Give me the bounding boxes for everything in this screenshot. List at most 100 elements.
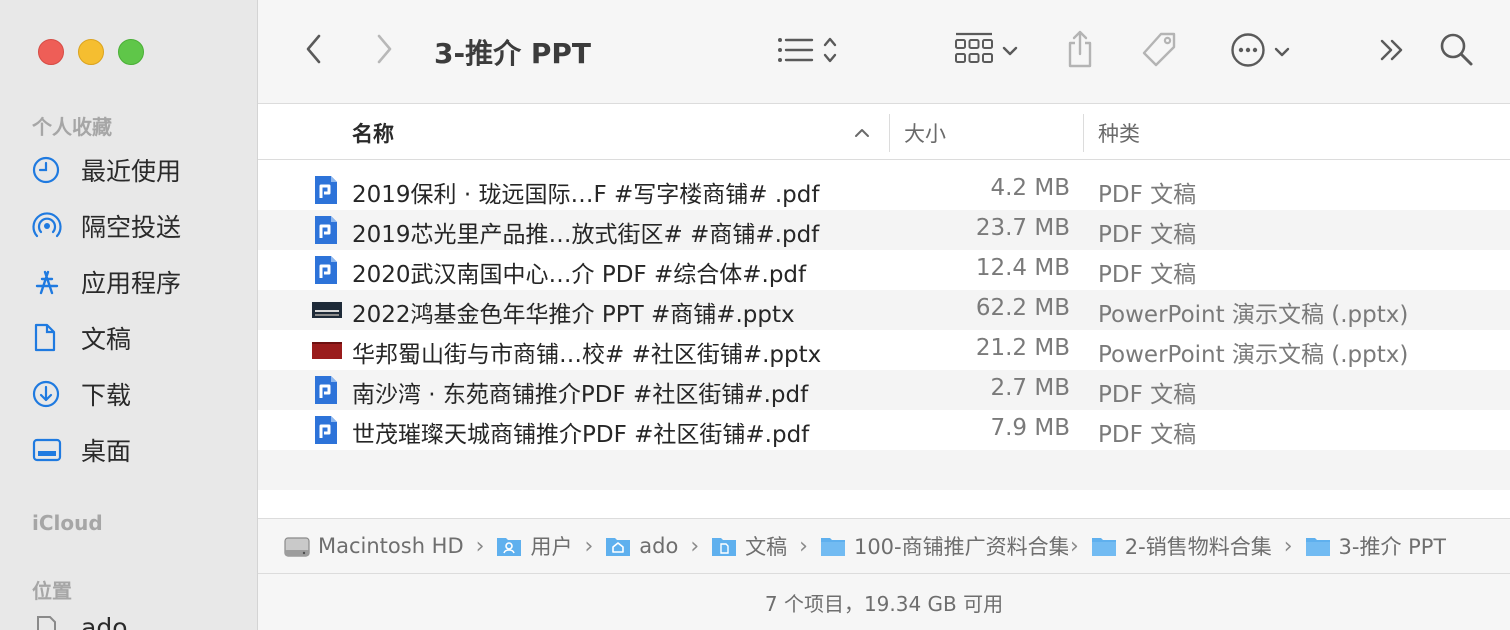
file-name: 2019芯光里产品推…放式街区# #商铺#.pdf <box>352 222 820 248</box>
path-item-label: Macintosh HD <box>318 534 464 558</box>
file-row[interactable]: 2019芯光里产品推…放式街区# #商铺#.pdf 23.7 MB PDF 文稿 <box>258 210 1510 250</box>
sidebar-item-recents[interactable]: 最近使用 <box>32 148 242 192</box>
path-item-documents[interactable]: 文稿 › <box>711 531 820 561</box>
path-item-label: ado <box>639 534 679 558</box>
share-icon <box>1064 29 1096 73</box>
file-name: 世茂璀璨天城商铺推介PDF #社区街铺#.pdf <box>352 422 810 448</box>
chevron-right-icon: › <box>690 533 700 559</box>
path-item-users[interactable]: 用户 › <box>496 531 605 561</box>
users-folder-icon <box>496 535 522 557</box>
file-row[interactable]: 南沙湾 · 东苑商铺推介PDF #社区街铺#.pdf 2.7 MB PDF 文稿 <box>258 370 1510 410</box>
file-row[interactable]: 世茂璀璨天城商铺推介PDF #社区街铺#.pdf 7.9 MB PDF 文稿 <box>258 410 1510 450</box>
sidebar-item-label: 文稿 <box>81 325 132 354</box>
column-divider[interactable] <box>1083 114 1084 152</box>
chevron-right-icon: › <box>584 533 594 559</box>
action-menu-button[interactable] <box>1224 32 1296 72</box>
double-chevron-right-icon <box>1377 37 1407 67</box>
column-name-header[interactable]: 名称 <box>352 118 394 148</box>
sidebar-item-label: 桌面 <box>81 437 132 466</box>
home-folder-icon <box>605 535 631 557</box>
sidebar: 个人收藏 最近使用 隔空投送 应用程序 文稿 下载 桌面 iCloud 位置 a… <box>0 0 258 630</box>
column-kind-header[interactable]: 种类 <box>1098 118 1140 148</box>
file-size: 23.7 MB <box>975 215 1070 241</box>
path-item-label: 文稿 <box>745 535 788 559</box>
file-name: 2022鸿基金色年华推介 PPT #商铺#.pptx <box>352 302 795 328</box>
search-button[interactable] <box>1436 30 1476 72</box>
sort-ascending-icon[interactable] <box>854 124 870 143</box>
file-size: 2.7 MB <box>990 375 1070 401</box>
sidebar-item-documents[interactable]: 文稿 <box>32 316 242 360</box>
pdf-file-icon <box>312 215 340 245</box>
hard-drive-icon <box>284 535 310 557</box>
pdf-file-icon <box>312 415 340 445</box>
file-name: 2020武汉南国中心…介 PDF #综合体#.pdf <box>352 262 807 288</box>
sidebar-item-label: 最近使用 <box>81 157 182 186</box>
file-kind: PowerPoint 演示文稿 (.pptx) <box>1098 302 1409 328</box>
pdf-file-icon <box>312 255 340 285</box>
toolbar: 3-推介 PPT <box>258 0 1510 104</box>
path-bar: Macintosh HD › 用户 › ado › 文稿 › 100-商铺推广资… <box>258 518 1510 574</box>
chevron-right-icon <box>374 33 394 69</box>
document-icon <box>32 321 72 355</box>
forward-button[interactable] <box>366 30 402 72</box>
file-size: 7.9 MB <box>990 415 1070 441</box>
chevron-right-icon: › <box>475 533 485 559</box>
file-row[interactable]: 2019保利 · 珑远国际…F #写字楼商铺# .pdf 4.2 MB PDF … <box>258 170 1510 210</box>
sidebar-item-label: 下载 <box>81 381 132 410</box>
tags-button[interactable] <box>1136 30 1182 74</box>
minimize-window-button[interactable] <box>78 39 104 65</box>
chevron-right-icon: › <box>1069 533 1079 559</box>
column-divider[interactable] <box>889 114 890 152</box>
file-kind: PDF 文稿 <box>1098 222 1197 248</box>
back-button[interactable] <box>296 30 332 72</box>
airdrop-icon <box>32 209 72 243</box>
file-name: 2019保利 · 珑远国际…F #写字楼商铺# .pdf <box>352 182 820 208</box>
folder-icon <box>1091 535 1117 557</box>
zoom-window-button[interactable] <box>118 39 144 65</box>
path-item-macintosh-hd[interactable]: Macintosh HD › <box>284 534 496 559</box>
column-header: 名称 大小 种类 <box>258 104 1510 160</box>
sidebar-item-ado[interactable]: ado <box>32 612 242 630</box>
path-item-current-folder[interactable]: 3-推介 PPT <box>1305 531 1446 561</box>
sidebar-item-airdrop[interactable]: 隔空投送 <box>32 204 242 248</box>
path-item-folder[interactable]: 100-商铺推广资料合集 › <box>820 531 1091 561</box>
close-window-button[interactable] <box>38 39 64 65</box>
download-icon <box>32 377 72 411</box>
list-view-icon <box>776 35 816 69</box>
window-title: 3-推介 PPT <box>434 37 591 70</box>
ellipsis-circle-icon <box>1230 32 1266 72</box>
computer-icon <box>32 612 72 630</box>
file-list: 2019保利 · 珑远国际…F #写字楼商铺# .pdf 4.2 MB PDF … <box>258 170 1510 450</box>
file-row[interactable]: 2022鸿基金色年华推介 PPT #商铺#.pptx 62.2 MB Power… <box>258 290 1510 330</box>
path-item-label: 2-销售物料合集 <box>1124 535 1272 559</box>
sidebar-item-desktop[interactable]: 桌面 <box>32 428 242 472</box>
column-size-header[interactable]: 大小 <box>904 118 946 148</box>
empty-row-stripe <box>258 450 1510 490</box>
file-size: 12.4 MB <box>975 255 1070 281</box>
file-kind: PowerPoint 演示文稿 (.pptx) <box>1098 342 1409 368</box>
sidebar-section-favorites: 个人收藏 <box>32 115 112 139</box>
pptx-thumbnail-dark-icon <box>312 295 342 325</box>
more-toolbar-items-button[interactable] <box>1372 34 1412 70</box>
path-item-folder[interactable]: 2-销售物料合集 › <box>1091 531 1305 561</box>
file-kind: PDF 文稿 <box>1098 382 1197 408</box>
file-row[interactable]: 2020武汉南国中心…介 PDF #综合体#.pdf 12.4 MB PDF 文… <box>258 250 1510 290</box>
sidebar-item-downloads[interactable]: 下载 <box>32 372 242 416</box>
grid-view-icon <box>954 31 994 71</box>
sidebar-item-label: 应用程序 <box>81 269 182 298</box>
group-button[interactable] <box>948 30 1024 72</box>
chevron-down-icon <box>1274 43 1290 62</box>
sidebar-item-label: 隔空投送 <box>81 213 182 242</box>
file-kind: PDF 文稿 <box>1098 262 1197 288</box>
file-kind: PDF 文稿 <box>1098 422 1197 448</box>
view-list-button[interactable] <box>770 34 844 70</box>
path-item-home[interactable]: ado › <box>605 534 711 559</box>
sidebar-item-applications[interactable]: 应用程序 <box>32 260 242 304</box>
pdf-file-icon <box>312 375 340 405</box>
path-item-label: 100-商铺推广资料合集 <box>853 535 1068 559</box>
share-button[interactable] <box>1060 28 1100 74</box>
file-row[interactable]: 华邦蜀山街与市商铺…校# #社区街铺#.pptx 21.2 MB PowerPo… <box>258 330 1510 370</box>
file-name: 华邦蜀山街与市商铺…校# #社区街铺#.pptx <box>352 342 822 368</box>
clock-icon <box>32 153 72 187</box>
file-name: 南沙湾 · 东苑商铺推介PDF #社区街铺#.pdf <box>352 382 809 408</box>
